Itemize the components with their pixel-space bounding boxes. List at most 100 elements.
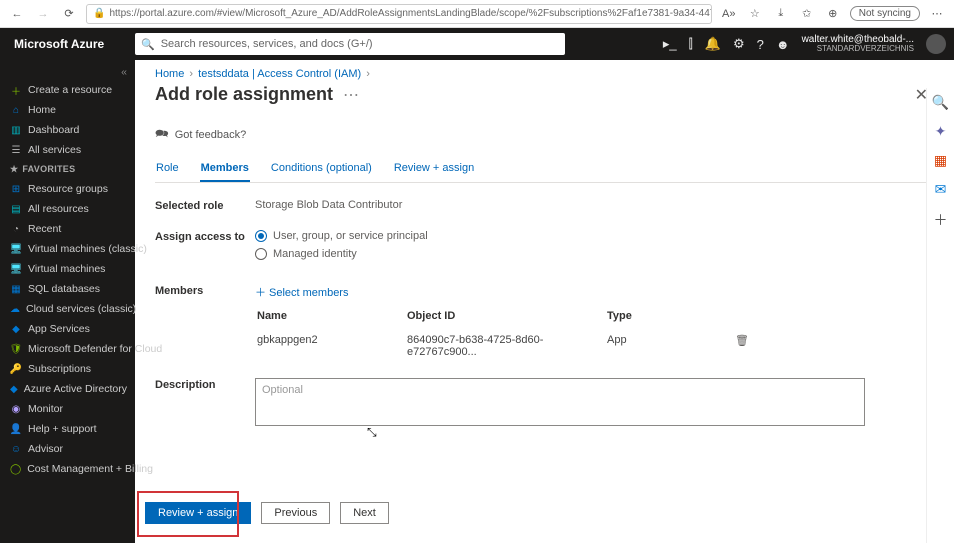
sidebar-item[interactable]: 👤 Help + support xyxy=(0,419,135,439)
nav-icon: 🖥 xyxy=(10,263,22,275)
plus-icon: ＋ xyxy=(255,287,269,299)
sidebar-item[interactable]: ◆App Services xyxy=(0,319,135,339)
account-area[interactable]: walter.white@theobald-... STANDARDVERZEI… xyxy=(802,35,914,53)
description-input[interactable] xyxy=(255,378,865,426)
brand[interactable]: Microsoft Azure xyxy=(0,37,135,51)
sidebar-item-label: Azure Active Directory xyxy=(24,383,127,395)
sidebar-item[interactable]: ▤All resources xyxy=(0,199,135,219)
read-aloud-icon[interactable]: A» xyxy=(720,5,738,23)
crumb-resource[interactable]: testsddata | Access Control (IAM) xyxy=(198,68,361,80)
sidebar-item[interactable]: ◆ Azure Active Directory xyxy=(0,379,135,399)
cloudshell-icon[interactable]: ▸_ xyxy=(663,36,677,52)
sidebar-create[interactable]: ＋Create a resource xyxy=(0,80,135,100)
edge-outlook-icon[interactable]: ✉ xyxy=(935,181,947,198)
nav-icon: 👤 xyxy=(10,423,22,435)
sidebar-item[interactable]: ☺Advisor xyxy=(0,439,135,459)
tab-conditions[interactable]: Conditions (optional) xyxy=(270,162,373,182)
dashboard-icon: ▥ xyxy=(10,124,22,136)
account-tenant: STANDARDVERZEICHNIS xyxy=(802,45,914,53)
star-icon[interactable]: ☆ xyxy=(746,5,764,23)
refresh-button[interactable]: ⟳ xyxy=(60,5,78,23)
feedback-link[interactable]: 🗪 Got feedback? xyxy=(155,125,934,144)
tab-review[interactable]: Review + assign xyxy=(393,162,475,182)
more-button[interactable]: ⋯ xyxy=(928,5,946,23)
favorites-header: ★FAVORITES xyxy=(0,160,135,179)
sidebar-item[interactable]: ◯Cost Management + Billing xyxy=(0,459,135,479)
col-type: Type xyxy=(607,310,727,322)
gear-icon[interactable]: ⚙ xyxy=(733,36,745,52)
sidebar-home[interactable]: ⌂Home xyxy=(0,100,135,120)
sidebar-item[interactable]: ⊞ Resource groups xyxy=(0,179,135,199)
edge-add-icon[interactable]: ＋ xyxy=(934,210,948,230)
next-button[interactable]: Next xyxy=(340,502,389,524)
lock-icon: 🔒 xyxy=(93,8,105,19)
favplus-icon[interactable]: ✩ xyxy=(798,5,816,23)
sidebar-item[interactable]: 🔑Subscriptions xyxy=(0,359,135,379)
sidebar-item[interactable]: ☁ Cloud services (classic) xyxy=(0,299,135,319)
sidebar-item[interactable]: 🖥 Virtual machines xyxy=(0,259,135,279)
sidebar-item-label: Advisor xyxy=(28,443,63,455)
label-description: Description xyxy=(155,378,255,426)
nav-icon: ◉ xyxy=(10,403,22,415)
filter-icon[interactable]: ⫿ xyxy=(689,36,693,52)
crumb-home[interactable]: Home xyxy=(155,68,184,80)
sidebar-item[interactable]: ▦ SQL databases xyxy=(0,279,135,299)
collections-icon[interactable]: ⊕ xyxy=(824,5,842,23)
address-bar[interactable]: 🔒 https://portal.azure.com/#view/Microso… xyxy=(86,4,712,24)
sidebar-item[interactable]: 🖥Virtual machines (classic) xyxy=(0,239,135,259)
help-icon[interactable]: ? xyxy=(757,37,764,52)
avatar[interactable] xyxy=(926,34,946,54)
sidebar-item-label: Help + support xyxy=(28,423,97,435)
sidebar: « ＋Create a resource ⌂Home ▥Dashboard ☰A… xyxy=(0,60,135,543)
feedback-icon[interactable]: ☻ xyxy=(776,37,790,52)
nav-icon: 🔑 xyxy=(10,363,22,375)
search-placeholder: Search resources, services, and docs (G+… xyxy=(161,38,373,50)
nav-icon: ⊞ xyxy=(10,183,22,195)
sidebar-item-label: Virtual machines xyxy=(28,263,105,275)
tab-members[interactable]: Members xyxy=(200,162,250,182)
back-button[interactable]: ← xyxy=(8,5,26,23)
more-actions[interactable]: ⋯ xyxy=(343,85,359,105)
nav-icon: ▦ xyxy=(10,283,22,295)
browser-sidebar: 🔍 ✦ ▦ ✉ ＋ xyxy=(926,88,954,543)
label-assign-to: Assign access to xyxy=(155,230,255,266)
bell-icon[interactable]: 🔔 xyxy=(705,36,721,52)
sidebar-item-label: Virtual machines (classic) xyxy=(28,243,147,255)
delete-row-button[interactable]: 🗑 xyxy=(727,334,757,358)
label-members: Members xyxy=(155,284,255,300)
blade-title: Add role assignment xyxy=(155,84,333,105)
sidebar-item-label: Cloud services (classic) xyxy=(26,303,136,315)
forward-button[interactable]: → xyxy=(34,5,52,23)
sidebar-all-services[interactable]: ☰All services xyxy=(0,140,135,160)
plus-icon: ＋ xyxy=(10,84,22,96)
select-members-link[interactable]: ＋Select members xyxy=(255,287,348,299)
radio-managed-identity[interactable]: Managed identity xyxy=(255,248,934,260)
feedback-icon: 🗪 xyxy=(155,125,169,144)
sync-pill[interactable]: Not syncing xyxy=(850,6,920,21)
nav-icon: ☁ xyxy=(10,303,20,315)
previous-button[interactable]: Previous xyxy=(261,502,330,524)
nav-icon: ▤ xyxy=(10,203,22,215)
cursor-icon: ⤡ xyxy=(367,425,377,440)
collapse-sidebar[interactable]: « xyxy=(113,64,135,80)
edge-discover-icon[interactable]: ✦ xyxy=(935,123,947,140)
refresh2-icon[interactable]: ⤓ xyxy=(772,5,790,23)
sidebar-dashboard[interactable]: ▥Dashboard xyxy=(0,120,135,140)
review-assign-button[interactable]: Review + assign xyxy=(145,502,251,524)
sidebar-item-label: Resource groups xyxy=(28,183,108,195)
members-table: Name Object ID Type gbkappgen2 864090c7-… xyxy=(255,304,934,364)
sidebar-item[interactable]: ◔Recent xyxy=(0,219,135,239)
home-icon: ⌂ xyxy=(10,104,22,116)
radio-user-group-sp[interactable]: User, group, or service principal xyxy=(255,230,934,242)
nav-icon: ◔ xyxy=(10,223,22,235)
sidebar-item-label: SQL databases xyxy=(28,283,100,295)
global-search[interactable]: 🔍 Search resources, services, and docs (… xyxy=(135,33,565,55)
nav-icon: 🖥 xyxy=(10,243,22,255)
nav-icon: ◆ xyxy=(10,383,18,395)
breadcrumb: Home › testsddata | Access Control (IAM)… xyxy=(155,68,934,80)
edge-search-icon[interactable]: 🔍 xyxy=(932,94,949,111)
sidebar-item[interactable]: 🛡Microsoft Defender for Cloud xyxy=(0,339,135,359)
edge-office-icon[interactable]: ▦ xyxy=(934,152,947,169)
tab-role[interactable]: Role xyxy=(155,162,180,182)
sidebar-item[interactable]: ◉Monitor xyxy=(0,399,135,419)
